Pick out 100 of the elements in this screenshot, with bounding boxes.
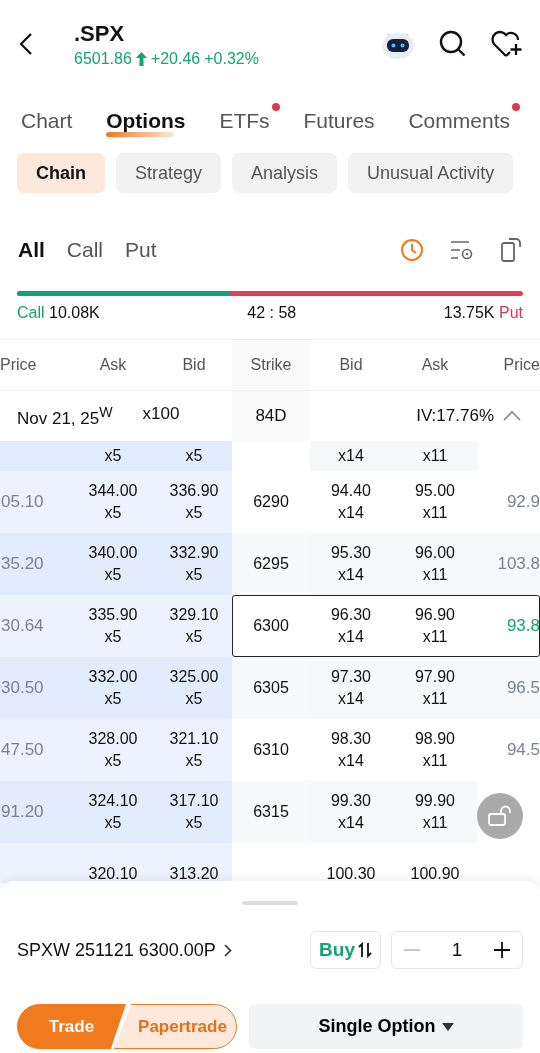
quote-price: 95.30	[330, 543, 371, 563]
quote-size: x5	[185, 751, 203, 771]
contract-multiplier: x100	[142, 403, 180, 425]
plus-icon[interactable]	[494, 942, 510, 958]
heart-plus-icon[interactable]	[490, 29, 524, 59]
quote-price: 96.30	[330, 605, 371, 625]
quote-size: x5	[185, 627, 203, 647]
strike-price: 6315	[253, 802, 289, 822]
quote-size: x5	[104, 689, 122, 709]
swap-arrows-icon	[358, 942, 372, 958]
column-header: Ask	[420, 356, 450, 374]
up-arrow-icon	[135, 51, 147, 66]
quote-price: 332.00	[88, 667, 138, 687]
quote-size: x5	[104, 565, 122, 585]
strike-price: 6295	[253, 554, 289, 574]
quote-size: x11	[422, 446, 448, 466]
quote-price: 98.30	[330, 729, 371, 749]
column-header: Strike	[232, 340, 310, 390]
quote-price: 97.30	[330, 667, 371, 687]
quote-price: 99.30	[330, 791, 371, 811]
quote-size: x5	[104, 446, 122, 466]
subtab-chip[interactable]: Strategy	[116, 153, 222, 193]
quote-price: 317.10	[169, 791, 219, 811]
subtab-chip[interactable]: Chain	[17, 153, 105, 193]
contract-name[interactable]: SPXW 251121 6300.00P	[17, 939, 216, 961]
last-price: 35.20	[1, 553, 44, 575]
quote-price: 100.30	[326, 864, 376, 883]
sheet-handle[interactable]	[242, 901, 298, 905]
chevron-right-icon[interactable]	[223, 943, 232, 957]
filter-tab[interactable]: Put	[125, 238, 157, 262]
quote-size: x14	[338, 751, 364, 771]
column-header: Price	[502, 356, 540, 374]
quote-size: x11	[422, 565, 448, 585]
quote-size: x11	[422, 503, 448, 523]
tab[interactable]: Futures	[303, 105, 375, 137]
subtab-chip[interactable]: Unusual Activity	[348, 153, 514, 193]
list-settings-icon[interactable]	[450, 239, 474, 261]
quote-size: x14	[338, 503, 364, 523]
subtab-chip[interactable]: Analysis	[232, 153, 338, 193]
quote-size: x14	[338, 565, 364, 585]
quote-price: 329.10	[169, 605, 219, 625]
tab[interactable]: ETFs	[219, 105, 270, 137]
tab[interactable]: Chart	[21, 105, 73, 137]
strike-price: 6290	[253, 492, 289, 512]
quote-size: x5	[104, 813, 122, 833]
strategy-dropdown[interactable]: Single Option	[249, 1004, 523, 1049]
column-header: Price	[0, 356, 38, 374]
quote-price: 100.90	[410, 864, 460, 883]
quote-size: x11	[422, 751, 448, 771]
quote-price: 324.10	[88, 791, 138, 811]
strike-price: 6310	[253, 740, 289, 760]
tab[interactable]: Comments	[408, 105, 510, 137]
call-put-ratio: 42 : 58	[247, 304, 297, 322]
quote-price: 344.00	[88, 481, 138, 501]
tab[interactable]: Options	[106, 105, 186, 137]
quote-size: x5	[104, 751, 122, 771]
quote-price: 96.90	[414, 605, 455, 625]
column-header: Ask	[98, 356, 128, 374]
quote-size: x5	[185, 565, 203, 585]
quantity-stepper[interactable]: 1	[391, 931, 523, 969]
collapse-chevron-icon[interactable]	[502, 410, 522, 422]
last-price: 05.10	[1, 491, 44, 513]
implied-volatility: IV:17.76%	[416, 406, 494, 426]
quote-size: x14	[338, 627, 364, 647]
percent-change: +0.32%	[204, 49, 259, 68]
call-volume: Call 10.08K	[17, 304, 100, 322]
quote-size: x11	[422, 689, 448, 709]
last-price: 30.50	[1, 677, 44, 699]
quote-price: 340.00	[88, 543, 138, 563]
column-header: Bid	[181, 356, 207, 374]
quote-price: 95.00	[414, 481, 455, 501]
quantity-value: 1	[451, 939, 463, 961]
quote-size: x5	[185, 689, 203, 709]
quote-size: x5	[185, 813, 203, 833]
last-price: 47.50	[1, 739, 44, 761]
symbol-title: .SPX	[74, 20, 126, 47]
filter-tab[interactable]: All	[18, 238, 45, 262]
quote-size: x5	[185, 446, 203, 466]
last-price: 6501.86	[74, 49, 132, 68]
quote-price: 94.40	[330, 481, 371, 501]
quote-price: 332.90	[169, 543, 219, 563]
quote-price: 336.90	[169, 481, 219, 501]
last-price: 103.8	[497, 553, 540, 575]
filter-tab[interactable]: Call	[66, 238, 104, 262]
quote-price: 335.90	[88, 605, 138, 625]
price-change: +20.46	[150, 49, 201, 68]
phone-rotate-icon[interactable]	[500, 237, 522, 263]
quote-price: 328.00	[88, 729, 138, 749]
column-header: Bid	[338, 356, 364, 374]
last-price: 93.8	[506, 615, 540, 637]
last-price: 91.20	[1, 801, 44, 823]
quote-size: x11	[422, 813, 448, 833]
clock-icon[interactable]	[400, 238, 424, 262]
quote-size: x11	[422, 627, 448, 647]
search-icon[interactable]	[438, 29, 468, 59]
expiry-date: Nov 21, 25$^{W}$	[17, 403, 113, 429]
quote-price: 320.10	[88, 864, 138, 883]
quote-price: 321.10	[169, 729, 219, 749]
quote-price: 313.20	[169, 864, 219, 883]
strike-price: 6305	[253, 678, 289, 698]
